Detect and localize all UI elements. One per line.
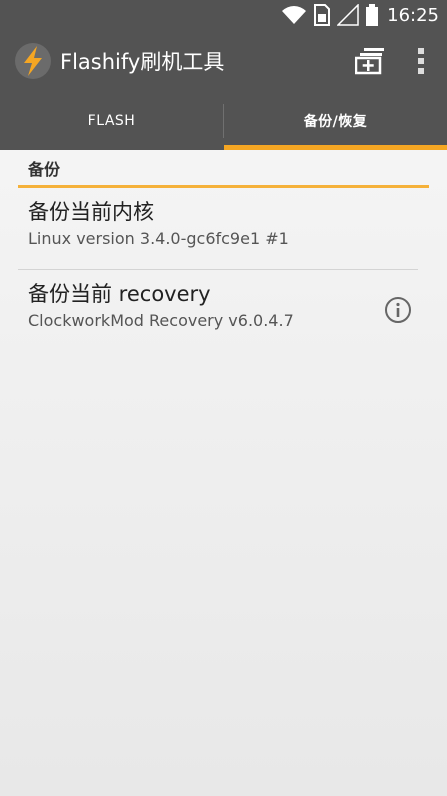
wifi-icon [281,5,307,25]
list-item-title: 备份当前内核 [28,200,154,224]
action-bar: Flashify刷机工具 [0,30,447,92]
info-icon[interactable] [384,296,412,324]
tab-flash[interactable]: FLASH [0,92,223,150]
tab-bar: FLASH 备份/恢复 [0,92,447,150]
list-item-title: 备份当前 recovery [28,282,211,306]
overflow-menu-icon[interactable] [399,33,443,89]
section-header: 备份 [18,150,429,188]
section-header-label: 备份 [28,159,61,179]
list-item-subtitle: ClockworkMod Recovery v6.0.4.7 [28,311,294,330]
list-item-subtitle: Linux version 3.4.0-gc6fc9e1 #1 [28,229,289,248]
lightning-bolt-icon[interactable] [14,42,52,80]
app-title: Flashify刷机工具 [60,50,225,74]
clock: 16:25 [387,4,439,26]
sim-icon [313,4,331,26]
status-bar: 16:25 [0,0,447,30]
add-queue-icon[interactable] [343,33,399,89]
battery-icon [365,4,379,26]
list-item-backup-kernel[interactable]: 备份当前内核 Linux version 3.4.0-gc6fc9e1 #1 [18,198,418,270]
tab-backup-restore[interactable]: 备份/恢复 [224,92,447,150]
list-item-backup-recovery[interactable]: 备份当前 recovery ClockworkMod Recovery v6.0… [18,280,418,344]
signal-icon [337,4,359,26]
